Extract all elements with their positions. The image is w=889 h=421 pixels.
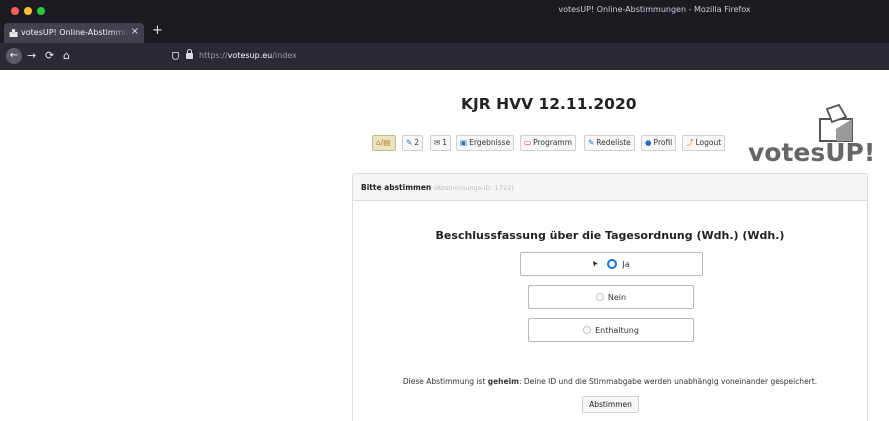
shield-icon[interactable] bbox=[172, 52, 179, 60]
close-tab-icon[interactable]: × bbox=[131, 26, 139, 38]
vote-icon: ✎ bbox=[406, 138, 413, 147]
tab-title: votesUP! Online-Abstimmungen bbox=[21, 28, 129, 37]
option-label: Enthaltung bbox=[595, 325, 639, 335]
tab-strip: votesUP! Online-Abstimmungen × + bbox=[0, 21, 889, 43]
chart-icon: ▣ bbox=[460, 138, 468, 147]
forward-button[interactable]: → bbox=[27, 48, 36, 64]
profile-button[interactable]: ● Profil bbox=[641, 135, 677, 151]
home-button[interactable]: ⌂ bbox=[63, 48, 70, 64]
page-title: KJR HVV 12.11.2020 bbox=[461, 95, 637, 113]
radio-icon[interactable] bbox=[595, 293, 604, 301]
back-button[interactable]: ← bbox=[6, 48, 22, 64]
program-button[interactable]: ▭ Programm bbox=[520, 135, 577, 151]
voting-panel: Bitte abstimmen (Abstimmungs-ID: 1722) B… bbox=[352, 173, 868, 421]
navigation-bar: ← → ⟳ ⌂ https://votesup.eu/index bbox=[0, 43, 889, 70]
speaker-list-button[interactable]: ✎ Redeliste bbox=[584, 135, 635, 151]
user-icon: ● bbox=[645, 138, 652, 147]
votesup-logo: votesUP! bbox=[748, 138, 876, 167]
mouse-cursor-icon bbox=[593, 261, 599, 267]
window-titlebar: votesUP! Online-Abstimmungen - Mozilla F… bbox=[0, 0, 889, 21]
logout-button[interactable]: ⤴ Logout bbox=[682, 135, 726, 151]
option-label: Ja bbox=[622, 259, 630, 269]
panel-title: Bitte abstimmen (Abstimmungs-ID: 1722) bbox=[361, 183, 514, 192]
new-tab-button[interactable]: + bbox=[152, 23, 163, 39]
home-overview-button[interactable]: ⌂/▤ bbox=[372, 135, 397, 151]
option-label: Nein bbox=[607, 292, 627, 302]
vote-id: (Abstimmungs-ID: 1722) bbox=[433, 184, 514, 192]
results-button[interactable]: ▣ Ergebnisse bbox=[456, 135, 515, 151]
ballot-box-logo-icon bbox=[819, 103, 853, 142]
option-nein[interactable]: Nein bbox=[528, 285, 694, 309]
envelope-icon: ✉ bbox=[434, 138, 441, 147]
secret-vote-note: Diese Abstimmung ist geheim: Deine ID un… bbox=[402, 377, 818, 386]
reload-button[interactable]: ⟳ bbox=[45, 48, 54, 64]
option-enthaltung[interactable]: Enthaltung bbox=[528, 318, 694, 342]
option-ja[interactable]: Ja bbox=[520, 252, 703, 276]
home-icon: ⌂/▤ bbox=[376, 138, 391, 147]
messages-button[interactable]: ✉ 1 bbox=[430, 135, 452, 151]
browser-tab[interactable]: votesUP! Online-Abstimmungen × bbox=[4, 23, 144, 43]
calendar-icon: ▭ bbox=[524, 138, 532, 147]
vote-question: Beschlussfassung über die Tagesordnung (… bbox=[435, 229, 785, 242]
lock-icon[interactable] bbox=[186, 49, 193, 59]
submit-vote-button[interactable]: Abstimmen bbox=[582, 396, 639, 413]
panel-header: Bitte abstimmen (Abstimmungs-ID: 1722) bbox=[353, 174, 867, 201]
pen-icon: ✎ bbox=[588, 138, 595, 147]
logout-icon: ⤴ bbox=[686, 138, 694, 147]
open-votes-button[interactable]: ✎ 2 bbox=[402, 135, 424, 151]
window-title: votesUP! Online-Abstimmungen - Mozilla F… bbox=[558, 5, 751, 14]
url-text[interactable]: https://votesup.eu/index bbox=[199, 51, 297, 60]
radio-selected-icon[interactable] bbox=[607, 259, 618, 269]
ballot-box-icon bbox=[9, 29, 18, 37]
url-bar[interactable]: https://votesup.eu/index bbox=[168, 47, 878, 66]
radio-icon[interactable] bbox=[583, 326, 592, 334]
